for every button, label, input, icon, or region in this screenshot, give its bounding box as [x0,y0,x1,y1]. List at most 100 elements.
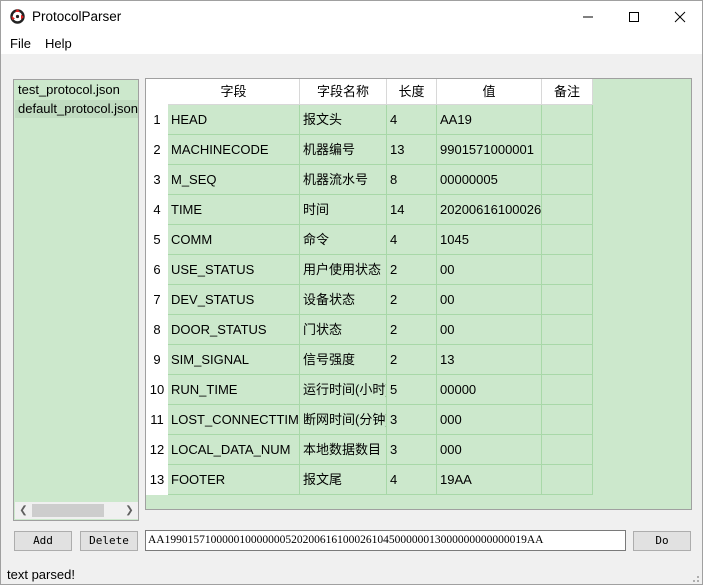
cell-field[interactable]: LOST_CONNECTTIME [168,405,300,435]
cell-note[interactable] [542,285,593,315]
column-header-field-name[interactable]: 字段名称 [300,79,387,105]
cell-note[interactable] [542,345,593,375]
row-number[interactable]: 12 [146,435,168,465]
cell-length[interactable]: 8 [387,165,437,195]
raw-message-input[interactable]: AA19901571000001000000052020061610002610… [145,530,626,551]
close-button[interactable] [657,1,703,32]
cell-value[interactable]: 00000 [437,375,542,405]
cell-length[interactable]: 14 [387,195,437,225]
list-item-default-protocol[interactable]: default_protocol.json [15,100,138,118]
cell-length[interactable]: 2 [387,285,437,315]
cell-value[interactable]: 20200616100026 [437,195,542,225]
row-number[interactable]: 1 [146,105,168,135]
cell-value[interactable]: 000 [437,435,542,465]
cell-length[interactable]: 4 [387,465,437,495]
cell-field-name[interactable]: 机器编号 [300,135,387,165]
cell-field-name[interactable]: 报文尾 [300,465,387,495]
cell-note[interactable] [542,255,593,285]
add-button[interactable]: Add [14,531,72,551]
maximize-button[interactable] [611,1,657,32]
cell-value[interactable]: 1045 [437,225,542,255]
cell-note[interactable] [542,225,593,255]
row-number[interactable]: 6 [146,255,168,285]
cell-value[interactable]: 00000005 [437,165,542,195]
cell-field-name[interactable]: 信号强度 [300,345,387,375]
delete-button[interactable]: Delete [80,531,138,551]
cell-field[interactable]: DEV_STATUS [168,285,300,315]
cell-field-name[interactable]: 报文头 [300,105,387,135]
cell-length[interactable]: 2 [387,255,437,285]
column-header-length[interactable]: 长度 [387,79,437,105]
list-item-test-protocol[interactable]: test_protocol.json [15,81,138,99]
cell-note[interactable] [542,165,593,195]
cell-field-name[interactable]: 用户使用状态 [300,255,387,285]
scroll-right-icon[interactable]: ❯ [121,502,138,519]
row-number[interactable]: 2 [146,135,168,165]
row-number[interactable]: 13 [146,465,168,495]
row-number[interactable]: 3 [146,165,168,195]
row-number[interactable]: 11 [146,405,168,435]
cell-value[interactable]: 13 [437,345,542,375]
cell-value[interactable]: 000 [437,405,542,435]
cell-length[interactable]: 3 [387,435,437,465]
cell-field[interactable]: SIM_SIGNAL [168,345,300,375]
cell-field[interactable]: MACHINECODE [168,135,300,165]
cell-length[interactable]: 4 [387,225,437,255]
cell-length[interactable]: 5 [387,375,437,405]
cell-field-name[interactable]: 命令 [300,225,387,255]
cell-value[interactable]: 00 [437,255,542,285]
cell-note[interactable] [542,315,593,345]
column-header-field[interactable]: 字段 [168,79,300,105]
cell-note[interactable] [542,135,593,165]
cell-length[interactable]: 4 [387,105,437,135]
menu-help[interactable]: Help [45,36,72,51]
cell-value[interactable]: 00 [437,285,542,315]
column-header-note[interactable]: 备注 [542,79,593,105]
scroll-left-icon[interactable]: ❮ [15,502,32,519]
minimize-button[interactable] [565,1,611,32]
cell-field[interactable]: HEAD [168,105,300,135]
cell-value[interactable]: 19AA [437,465,542,495]
cell-length[interactable]: 13 [387,135,437,165]
cell-note[interactable] [542,375,593,405]
row-number[interactable]: 5 [146,225,168,255]
protocol-table[interactable]: 字段 字段名称 长度 值 备注 1 HEAD 报文头 4 AA19 2 MACHINECOD… [145,78,692,510]
cell-field[interactable]: COMM [168,225,300,255]
cell-field[interactable]: TIME [168,195,300,225]
cell-note[interactable] [542,465,593,495]
row-number[interactable]: 8 [146,315,168,345]
cell-length[interactable]: 2 [387,345,437,375]
cell-field-name[interactable]: 门状态 [300,315,387,345]
resize-grip-icon[interactable] [690,573,700,583]
cell-field-name[interactable]: 断网时间(分钟) [300,405,387,435]
cell-field-name[interactable]: 机器流水号 [300,165,387,195]
cell-length[interactable]: 3 [387,405,437,435]
column-header-value[interactable]: 值 [437,79,542,105]
row-number[interactable]: 7 [146,285,168,315]
cell-field[interactable]: M_SEQ [168,165,300,195]
cell-value[interactable]: 00 [437,315,542,345]
cell-value[interactable]: 9901571000001 [437,135,542,165]
title-bar[interactable]: ProtocolParser [1,1,702,32]
protocol-file-list[interactable]: test_protocol.json default_protocol.json… [13,79,139,521]
list-horizontal-scrollbar[interactable]: ❮ ❯ [15,502,138,519]
cell-field-name[interactable]: 运行时间(小时) [300,375,387,405]
do-button[interactable]: Do [633,531,691,551]
cell-field[interactable]: RUN_TIME [168,375,300,405]
cell-note[interactable] [542,105,593,135]
row-number[interactable]: 4 [146,195,168,225]
cell-note[interactable] [542,195,593,225]
cell-length[interactable]: 2 [387,315,437,345]
cell-field-name[interactable]: 时间 [300,195,387,225]
cell-field[interactable]: DOOR_STATUS [168,315,300,345]
cell-note[interactable] [542,405,593,435]
menu-file[interactable]: File [10,36,31,51]
cell-field[interactable]: FOOTER [168,465,300,495]
row-number[interactable]: 10 [146,375,168,405]
cell-field-name[interactable]: 本地数据数目 [300,435,387,465]
cell-field-name[interactable]: 设备状态 [300,285,387,315]
cell-note[interactable] [542,435,593,465]
scrollbar-thumb[interactable] [32,504,104,517]
row-number[interactable]: 9 [146,345,168,375]
cell-field[interactable]: LOCAL_DATA_NUM [168,435,300,465]
